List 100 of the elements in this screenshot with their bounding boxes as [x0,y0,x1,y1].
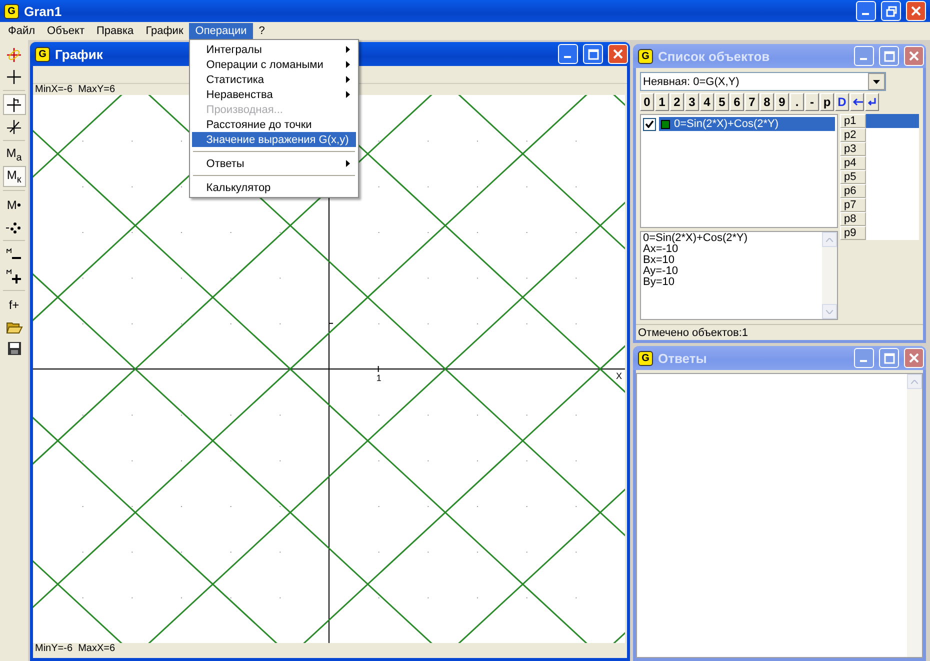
maximize-button[interactable] [879,46,899,66]
menu-option[interactable]: Интегралы [192,42,356,57]
maximize-icon [884,50,894,62]
maximize-button[interactable] [879,348,899,368]
key-button[interactable]: 0 [640,93,654,111]
restore-button[interactable] [881,1,901,21]
flag-cross-icon [6,96,22,112]
mark-plus-icon [6,268,22,284]
menu-item[interactable]: График [140,23,190,39]
maximize-button[interactable] [583,44,603,64]
status-text: Отмечено объектов:1 [638,326,748,338]
minimize-button[interactable] [856,1,876,21]
dropdown-arrow-icon [873,80,880,84]
app-logo: G [4,4,19,18]
key-button[interactable]: 6 [730,93,744,111]
close-icon [911,6,921,16]
app-logo: G [638,350,653,366]
parameter-button[interactable]: p7 [840,198,866,212]
left-arrow-icon [852,98,862,106]
info-line: 0=Sin(2*X)+Cos(2*Y) [643,233,749,244]
parameter-button[interactable]: p8 [840,212,866,226]
parameter-button[interactable]: p2 [840,128,866,142]
key-button[interactable]: 1 [655,93,669,111]
parameter-button[interactable]: p5 [840,170,866,184]
menu-option[interactable]: Статистика [192,72,356,87]
tool-button[interactable]: f+ [2,294,26,315]
app-logo: G [35,46,50,62]
parameter-button[interactable]: p4 [840,156,866,170]
folder-icon [6,320,22,334]
menu-item[interactable]: Объект [41,23,91,39]
parameter-button[interactable]: p9 [840,226,866,240]
key-button[interactable]: 2 [670,93,684,111]
minimize-button[interactable] [854,46,874,66]
info-line: Ax=-10 [643,244,678,255]
key-button[interactable]: - [805,93,819,111]
key-button[interactable]: . [790,93,804,111]
menu-item[interactable]: ? [252,23,271,39]
tool-button[interactable]: M• [2,194,26,215]
maximize-icon [884,352,894,364]
tool-button[interactable]: M$_{к}$ [2,166,26,187]
parameter-row[interactable]: p7 [840,198,919,212]
key-button[interactable]: 5 [715,93,729,111]
key-button[interactable]: 9 [775,93,789,111]
key-button[interactable]: D [835,93,849,111]
close-button[interactable] [608,44,628,64]
menu-item[interactable]: Операции [189,23,253,39]
restore-icon [886,6,896,16]
app-logo: G [638,48,653,64]
maximize-icon [588,48,598,60]
tool-button[interactable] [2,94,26,115]
key-button[interactable]: p [820,93,834,111]
close-icon [909,51,919,61]
menu-item[interactable]: Правка [90,23,140,39]
key-button[interactable]: 3 [685,93,699,111]
slanted-cross-icon [6,118,22,134]
parameter-row[interactable]: p6 [840,184,919,198]
key-button[interactable]: 4 [700,93,714,111]
close-button[interactable] [904,46,924,66]
key-button[interactable]: 7 [745,93,759,111]
parameter-row[interactable]: p9 [840,226,919,240]
close-button[interactable] [906,1,926,21]
menu-option[interactable]: Калькулятор [192,180,356,195]
parameter-button[interactable]: p3 [840,142,866,156]
dotted-marks-icon [5,220,23,234]
info-line: By=10 [643,277,674,288]
parameter-button[interactable]: p6 [840,184,866,198]
info-line: Ay=-10 [643,266,679,277]
parameter-row[interactable]: p8 [840,212,919,226]
parameter-row[interactable]: p2 [840,128,919,142]
pencil-cross-icon [6,46,22,62]
menu-item[interactable]: Файл [2,23,42,39]
enter-arrow-icon [867,98,877,106]
checkbox[interactable] [643,118,656,130]
parameter-row[interactable]: p1 [840,114,919,128]
menu-option[interactable]: Расстояние до точки [192,117,356,132]
close-button[interactable] [904,348,924,368]
parameter-row[interactable]: p5 [840,170,919,184]
window-title: Gran1 [24,4,62,18]
type-dropdown[interactable]: Неявная: 0=G(X,Y) [640,72,886,91]
window-title: Ответы [658,350,707,366]
menu-option[interactable]: Операции с ломаными [192,57,356,72]
object-item[interactable]: 0=Sin(2*X)+Cos(2*Y) [659,117,835,131]
key-button[interactable]: 8 [760,93,774,111]
parameter-row[interactable]: p4 [840,156,919,170]
x-tick-label: 1 [376,373,382,383]
parameter-row[interactable]: p3 [840,142,919,156]
enter-button[interactable] [865,93,879,111]
mark-minus-icon [6,248,22,262]
window-title: Список объектов [658,48,770,64]
menu-option[interactable]: Значение выражения G(x,y) [192,132,356,147]
window-title: График [55,46,103,62]
minimize-button[interactable] [854,348,874,368]
check-icon [645,120,654,128]
menu-option[interactable]: Ответы [192,156,356,171]
tool-button[interactable]: M$_{a}$ [2,144,26,165]
minimize-button[interactable] [558,44,578,64]
parameter-button[interactable]: p1 [840,114,866,128]
save-icon [6,341,22,356]
left-arrow-button[interactable] [850,93,864,111]
x-axis-label: X [616,371,622,381]
